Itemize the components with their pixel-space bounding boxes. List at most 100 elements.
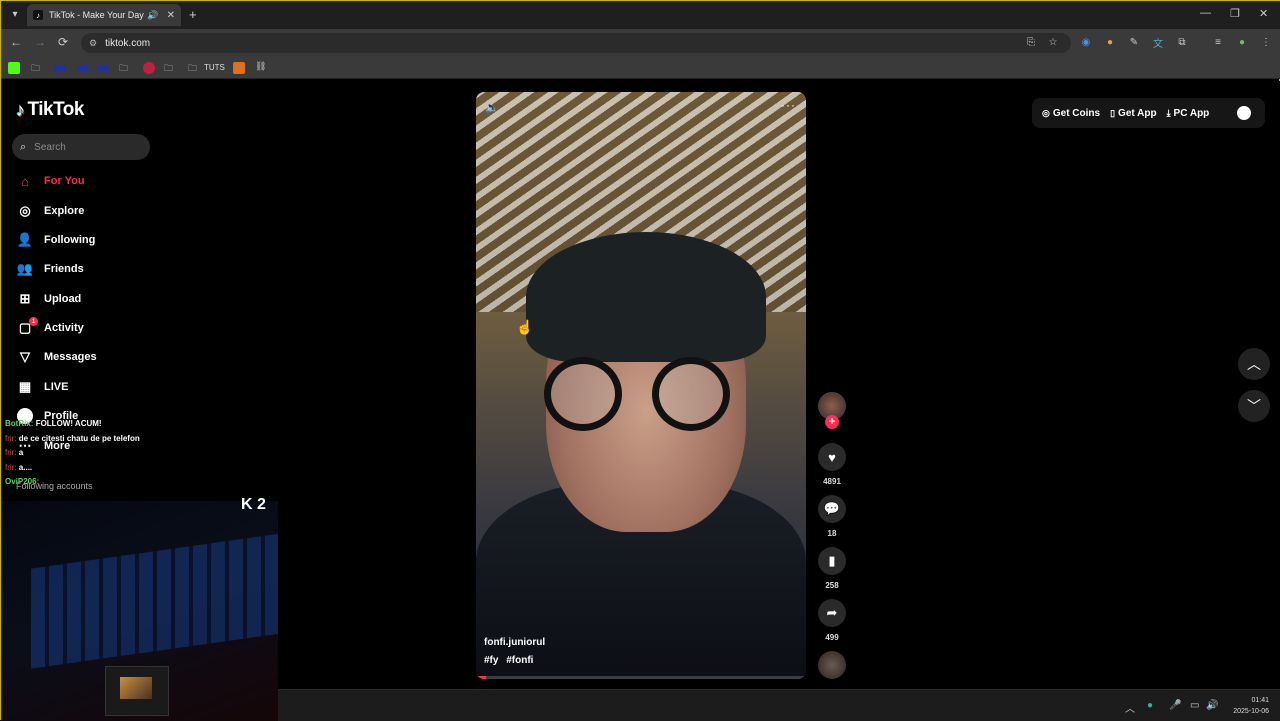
phone-icon: ▯ <box>1110 107 1116 118</box>
comment-count: 18 <box>827 529 837 538</box>
bookmark-link-icon[interactable] <box>77 66 89 71</box>
chat-user: frir: <box>5 462 17 472</box>
video-player[interactable]: 🔈 ··· fonfi.juniorul #fy #fonfi <box>476 92 806 679</box>
download-icon: ⤓ <box>1166 107 1171 118</box>
video-hashtags: #fy #fonfi <box>484 655 538 666</box>
sidebar-item-following[interactable]: 👤 Following <box>16 230 95 250</box>
extension-blue-icon[interactable]: ◉ <box>1080 36 1092 48</box>
sidebar-item-upload[interactable]: ⊞ Upload <box>16 289 82 309</box>
taskbar-clock[interactable]: 01:41 2025-10-06 <box>1233 695 1269 717</box>
user-profile-avatar[interactable] <box>1237 106 1251 120</box>
profile-avatar-icon[interactable]: ● <box>1236 36 1248 48</box>
speaker-icon[interactable]: 🔊 <box>1206 700 1218 711</box>
address-bar[interactable]: ⚙ tiktok.com <box>81 33 1071 53</box>
share-button[interactable]: ➦ <box>818 599 846 627</box>
extension-orange-icon[interactable]: ● <box>1104 36 1116 48</box>
get-app-label: Get App <box>1118 107 1157 119</box>
more-options-icon[interactable]: ··· <box>781 98 796 112</box>
bookmark-folder-icon[interactable]: 🗀 <box>31 61 40 77</box>
bookmark-link-icon[interactable] <box>97 66 109 71</box>
video-beanie-shape <box>526 232 766 362</box>
restore-button[interactable]: ❐ <box>1230 7 1240 20</box>
translate-icon[interactable]: 文 <box>1152 36 1164 50</box>
sidebar-item-live[interactable]: ▦ LIVE <box>16 377 69 397</box>
tab-close-icon[interactable]: ✕ <box>167 10 175 21</box>
pc-app-button[interactable]: ⤓ PC App <box>1167 108 1210 119</box>
tiktok-note-icon: ♪ <box>16 99 25 120</box>
sidebar-item-explore[interactable]: ◎ Explore <box>16 201 84 221</box>
tab-title: TikTok - Make Your Day <box>49 10 144 20</box>
mouse-cursor-icon: ☝ <box>516 319 534 335</box>
new-tab-button[interactable]: + <box>189 7 197 22</box>
clock-time: 01:41 <box>1251 697 1269 704</box>
compass-icon: ◎ <box>19 203 31 218</box>
bookmark-folder-icon[interactable]: 🗀 <box>119 61 128 77</box>
media-controls-icon[interactable]: ≡ <box>1212 36 1224 48</box>
minimize-button[interactable]: — <box>1200 7 1211 19</box>
tray-chevron-icon[interactable]: ︿ <box>1125 700 1135 715</box>
sidebar-item-for-you[interactable]: ⌂ For You <box>16 171 84 191</box>
video-progress-bar[interactable] <box>476 676 806 679</box>
browser-tab[interactable]: ♪ TikTok - Make Your Day 🔊 ✕ <box>27 4 181 26</box>
tiktok-logo[interactable]: ♪ TikTok <box>16 99 84 121</box>
activity-badge: 1 <box>29 317 38 326</box>
browser-menu-icon[interactable]: ⋮ <box>1260 36 1272 48</box>
messages-icon: ▽ <box>20 349 30 364</box>
site-info-icon[interactable]: ⚙ <box>89 38 97 49</box>
hashtag-link[interactable]: #fonfi <box>506 655 533 666</box>
clock-date: 2025-10-06 <box>1233 708 1269 715</box>
chat-message: a <box>18 448 24 457</box>
get-app-button[interactable]: ▯ Get App <box>1110 108 1156 119</box>
microphone-icon[interactable]: 🎤 <box>1169 700 1181 711</box>
forward-button[interactable]: → <box>34 35 46 49</box>
save-button[interactable]: ▮ <box>818 547 846 575</box>
bookmark-kick-icon[interactable] <box>8 62 20 74</box>
browser-tab-bar: ▾ ♪ TikTok - Make Your Day 🔊 ✕ + — ❐ ✕ <box>1 1 1280 29</box>
webcam-overlay <box>1 501 278 721</box>
pc-app-label: PC App <box>1173 107 1210 119</box>
get-coins-button[interactable]: ◎ Get Coins <box>1042 108 1100 119</box>
comment-button[interactable]: 💬 <box>818 495 846 523</box>
os-taskbar: ︿ ● 🎤 ▭ 🔊 01:41 2025-10-06 <box>278 689 1280 721</box>
friends-icon: 👥 <box>16 261 34 276</box>
bookmark-red-icon[interactable] <box>143 62 155 74</box>
top-actions-bar: ◎ Get Coins ▯ Get App ⤓ PC App <box>1032 98 1265 128</box>
bookmark-star-icon[interactable]: ☆ <box>1047 36 1059 48</box>
eyedropper-icon[interactable]: ✎ <box>1128 36 1140 48</box>
hashtag-link[interactable]: #fy <box>484 655 498 666</box>
bookmark-link-chain-icon[interactable]: ⛓ <box>255 61 266 72</box>
back-button[interactable]: ← <box>10 35 22 49</box>
bookmark-folder-tuts-icon[interactable]: 🗀 <box>188 61 197 77</box>
next-video-button[interactable]: ﹀ <box>1238 390 1270 422</box>
sidebar-item-friends[interactable]: 👥 Friends <box>16 259 84 279</box>
tab-search-icon[interactable]: ▾ <box>7 6 23 22</box>
bookmark-folder-icon[interactable]: 🗀 <box>164 61 173 77</box>
keyboard-shape <box>31 533 278 669</box>
url-text: tiktok.com <box>105 37 151 49</box>
activity-icon: ▢ 1 <box>16 317 38 337</box>
chat-user: BotRix: <box>5 419 34 428</box>
monitor-shape <box>105 666 169 716</box>
search-input[interactable]: ⌕ Search <box>12 134 150 160</box>
install-app-icon[interactable]: ⎘ <box>1025 36 1037 48</box>
bookmark-folder-tuts[interactable]: TUTS <box>204 63 225 72</box>
tray-app-icon[interactable]: ● <box>1147 700 1153 711</box>
sidebar-item-messages[interactable]: ▽ Messages <box>16 347 97 367</box>
tab-audio-icon[interactable]: 🔊 <box>147 10 158 21</box>
network-icon[interactable]: ▭ <box>1190 700 1199 711</box>
volume-icon[interactable]: 🔈 <box>485 101 499 114</box>
previous-video-button[interactable]: ︿ <box>1238 348 1270 380</box>
bookmark-link-icon[interactable] <box>54 66 66 71</box>
live-icon: ▦ <box>18 379 32 394</box>
sidebar-item-activity[interactable]: ▢ 1 Activity <box>16 317 84 338</box>
reload-button[interactable]: ⟳ <box>58 35 68 49</box>
follow-plus-button[interactable]: + <box>825 415 839 429</box>
close-window-button[interactable]: ✕ <box>1259 7 1268 20</box>
sidebar-item-label: LIVE <box>44 381 69 393</box>
extensions-puzzle-icon[interactable]: ⧉ <box>1176 36 1188 48</box>
music-disc[interactable] <box>818 651 846 679</box>
like-button[interactable]: ♥ <box>818 443 846 471</box>
video-author[interactable]: fonfi.juniorul <box>484 637 545 648</box>
chat-line: BotRix: FOLLOW! ACUM! <box>5 417 205 432</box>
bookmark-orange-icon[interactable] <box>233 62 245 74</box>
